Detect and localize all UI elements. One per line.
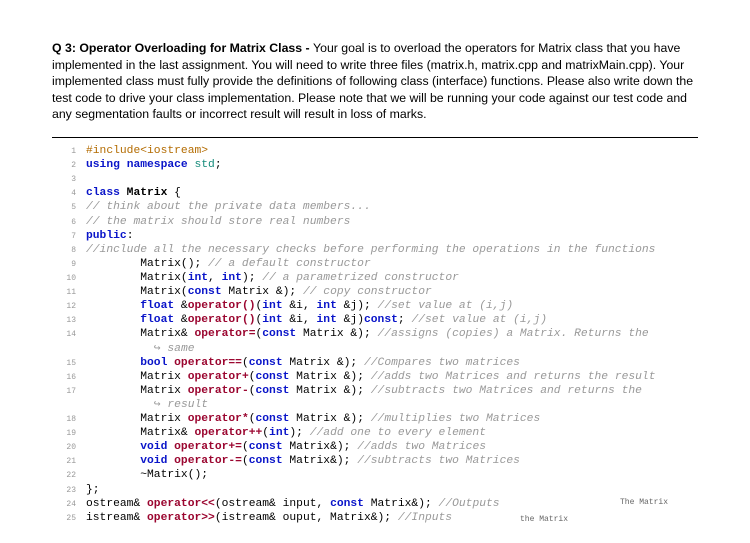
line-number: 11 xyxy=(52,288,76,298)
line-number: 20 xyxy=(52,443,76,453)
page-content: Q 3: Operator Overloading for Matrix Cla… xyxy=(0,0,750,525)
line-number: 3 xyxy=(52,175,76,185)
line-number: 6 xyxy=(52,218,76,228)
question-title: Q 3: Operator Overloading for Matrix Cla… xyxy=(52,41,313,55)
code-line-5: 5 // think about the private data member… xyxy=(52,200,698,214)
code-line-19: 19 Matrix& operator++(int); //add one to… xyxy=(52,426,698,440)
line-number: 1 xyxy=(52,147,76,157)
line-number: 13 xyxy=(52,316,76,326)
code-line-10: 10 Matrix(int, int); // a parametrized c… xyxy=(52,271,698,285)
code-line-11: 11 Matrix(const Matrix &); // copy const… xyxy=(52,285,698,299)
code-line-16: 16 Matrix operator+(const Matrix &); //a… xyxy=(52,370,698,384)
code-line-8: 8 //include all the necessary checks bef… xyxy=(52,243,698,257)
code-line-17: 17 Matrix operator-(const Matrix &); //s… xyxy=(52,384,698,398)
line-number: 7 xyxy=(52,232,76,242)
line-number: 19 xyxy=(52,429,76,439)
code-line-23: 23 }; xyxy=(52,483,698,497)
code-line-9: 9 Matrix(); // a default constructor xyxy=(52,257,698,271)
code-line-20: 20 void operator+=(const Matrix&); //add… xyxy=(52,440,698,454)
code-line-13: 13 float &operator()(int &i, int &j)cons… xyxy=(52,313,698,327)
code-line-17-wrap: ↪ result xyxy=(52,398,698,412)
line-number: 14 xyxy=(52,330,76,340)
code-line-18: 18 Matrix operator*(const Matrix &); //m… xyxy=(52,412,698,426)
line-number: 9 xyxy=(52,260,76,270)
trailing-note-24: The Matrix xyxy=(620,498,668,508)
trailing-note-25: the Matrix xyxy=(520,515,568,525)
question-prompt: Q 3: Operator Overloading for Matrix Cla… xyxy=(52,40,698,123)
code-line-15: 15 bool operator==(const Matrix &); //Co… xyxy=(52,356,698,370)
code-line-7: 7 public: xyxy=(52,229,698,243)
code-line-14: 14 Matrix& operator=(const Matrix &); //… xyxy=(52,327,698,341)
code-line-1: 1 #include<iostream> xyxy=(52,144,698,158)
line-number: 18 xyxy=(52,415,76,425)
line-number: 22 xyxy=(52,471,76,481)
code-line-12: 12 float &operator()(int &i, int &j); //… xyxy=(52,299,698,313)
line-number: 8 xyxy=(52,246,76,256)
code-line-24: 24 ostream& operator<<(ostream& input, c… xyxy=(52,497,698,511)
code-block: 1 #include<iostream> 2 using namespace s… xyxy=(52,137,698,525)
code-line-25: 25 istream& operator>>(istream& ouput, M… xyxy=(52,511,698,525)
line-number: 16 xyxy=(52,373,76,383)
line-number: 5 xyxy=(52,203,76,213)
code-line-6: 6 // the matrix should store real number… xyxy=(52,215,698,229)
line-number: 23 xyxy=(52,486,76,496)
code-line-3: 3 xyxy=(52,172,698,186)
code-line-4: 4 class Matrix { xyxy=(52,186,698,200)
line-number: 24 xyxy=(52,500,76,510)
code-line-22: 22 ~Matrix(); xyxy=(52,468,698,482)
line-number: 10 xyxy=(52,274,76,284)
line-number: 25 xyxy=(52,514,76,524)
code-line-14-wrap: ↪ same xyxy=(52,342,698,356)
code-line-2: 2 using namespace std; xyxy=(52,158,698,172)
line-number: 4 xyxy=(52,189,76,199)
code-line-21: 21 void operator-=(const Matrix&); //sub… xyxy=(52,454,698,468)
line-number: 17 xyxy=(52,387,76,397)
line-number: 15 xyxy=(52,359,76,369)
line-number: 21 xyxy=(52,457,76,467)
line-number: 12 xyxy=(52,302,76,312)
line-number: 2 xyxy=(52,161,76,171)
